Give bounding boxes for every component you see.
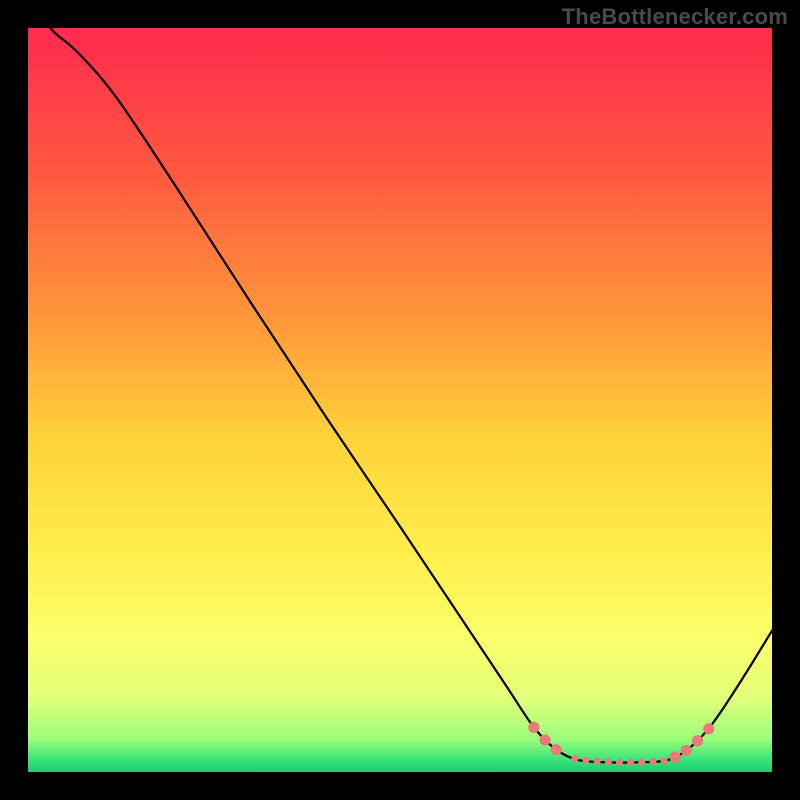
marker-point (528, 722, 539, 733)
marker-point (703, 723, 714, 734)
marker-point (638, 759, 645, 766)
marker-point (692, 735, 703, 746)
marker-point (605, 758, 612, 765)
marker-point (571, 755, 578, 762)
marker-point (661, 757, 668, 764)
chart-frame: TheBottlenecker.com (0, 0, 800, 800)
marker-point (616, 759, 623, 766)
watermark-text: TheBottlenecker.com (562, 4, 788, 30)
gradient-background (28, 28, 772, 772)
marker-point (681, 745, 692, 756)
marker-point (594, 758, 601, 765)
plot-area (28, 28, 772, 772)
chart-svg (28, 28, 772, 772)
marker-point (582, 757, 589, 764)
marker-point (551, 744, 562, 755)
marker-point (539, 734, 550, 745)
marker-point (670, 752, 681, 763)
marker-point (649, 758, 656, 765)
marker-point (627, 759, 634, 766)
